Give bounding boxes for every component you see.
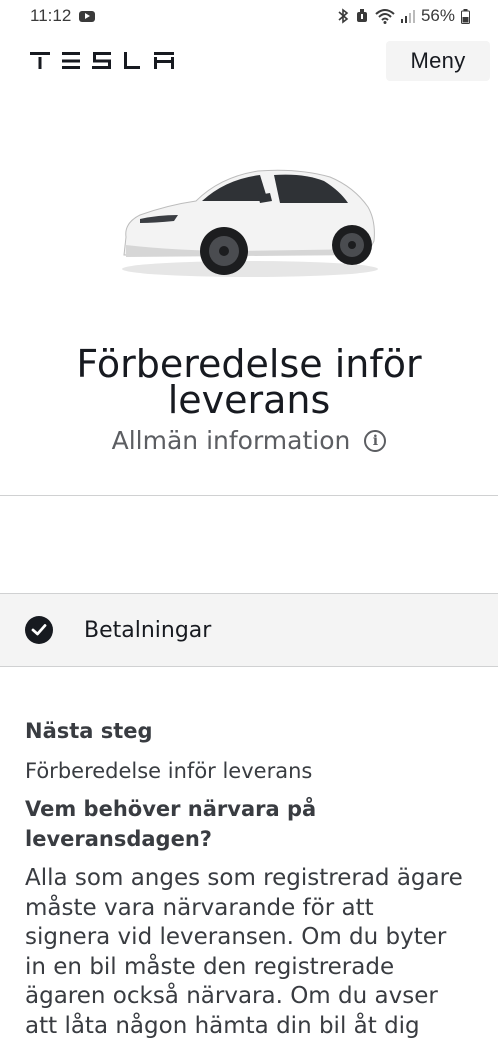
status-left: 11:12 — [30, 6, 96, 26]
section-divider — [0, 495, 498, 496]
question-body: Alla som anges som registrerad ägare mås… — [25, 865, 463, 1039]
payments-label: Betalningar — [84, 617, 212, 643]
checkmark-icon — [25, 616, 53, 644]
car-image — [118, 165, 380, 283]
page-subtitle: Allmän information — [111, 426, 351, 455]
alarm-icon — [355, 8, 369, 24]
menu-button[interactable]: Meny — [386, 41, 490, 81]
bluetooth-icon — [337, 8, 349, 24]
next-step-heading: Nästa steg — [25, 719, 153, 743]
wifi-icon — [375, 8, 395, 24]
site-header: Meny — [0, 38, 498, 86]
signal-icon — [400, 9, 415, 23]
youtube-icon — [79, 10, 96, 22]
clock: 11:12 — [30, 6, 72, 25]
info-icon[interactable]: i — [364, 429, 387, 452]
question-heading: Vem behöver närvara på leveransdagen? — [25, 797, 317, 851]
tesla-logo[interactable] — [30, 52, 176, 75]
next-step-value: Förberedelse inför leverans — [25, 759, 313, 783]
battery-icon — [461, 8, 470, 24]
status-right: 56% — [337, 6, 470, 26]
subtitle-row: Allmän information i — [0, 426, 498, 455]
battery-percent: 56% — [420, 6, 455, 25]
page-title: Förberedelse inför leverans — [76, 342, 422, 422]
step-content: Nästa steg Förberedelse inför leverans V… — [25, 716, 465, 1041]
payments-step[interactable]: Betalningar — [0, 593, 498, 667]
status-bar: 11:12 56% — [0, 0, 498, 32]
